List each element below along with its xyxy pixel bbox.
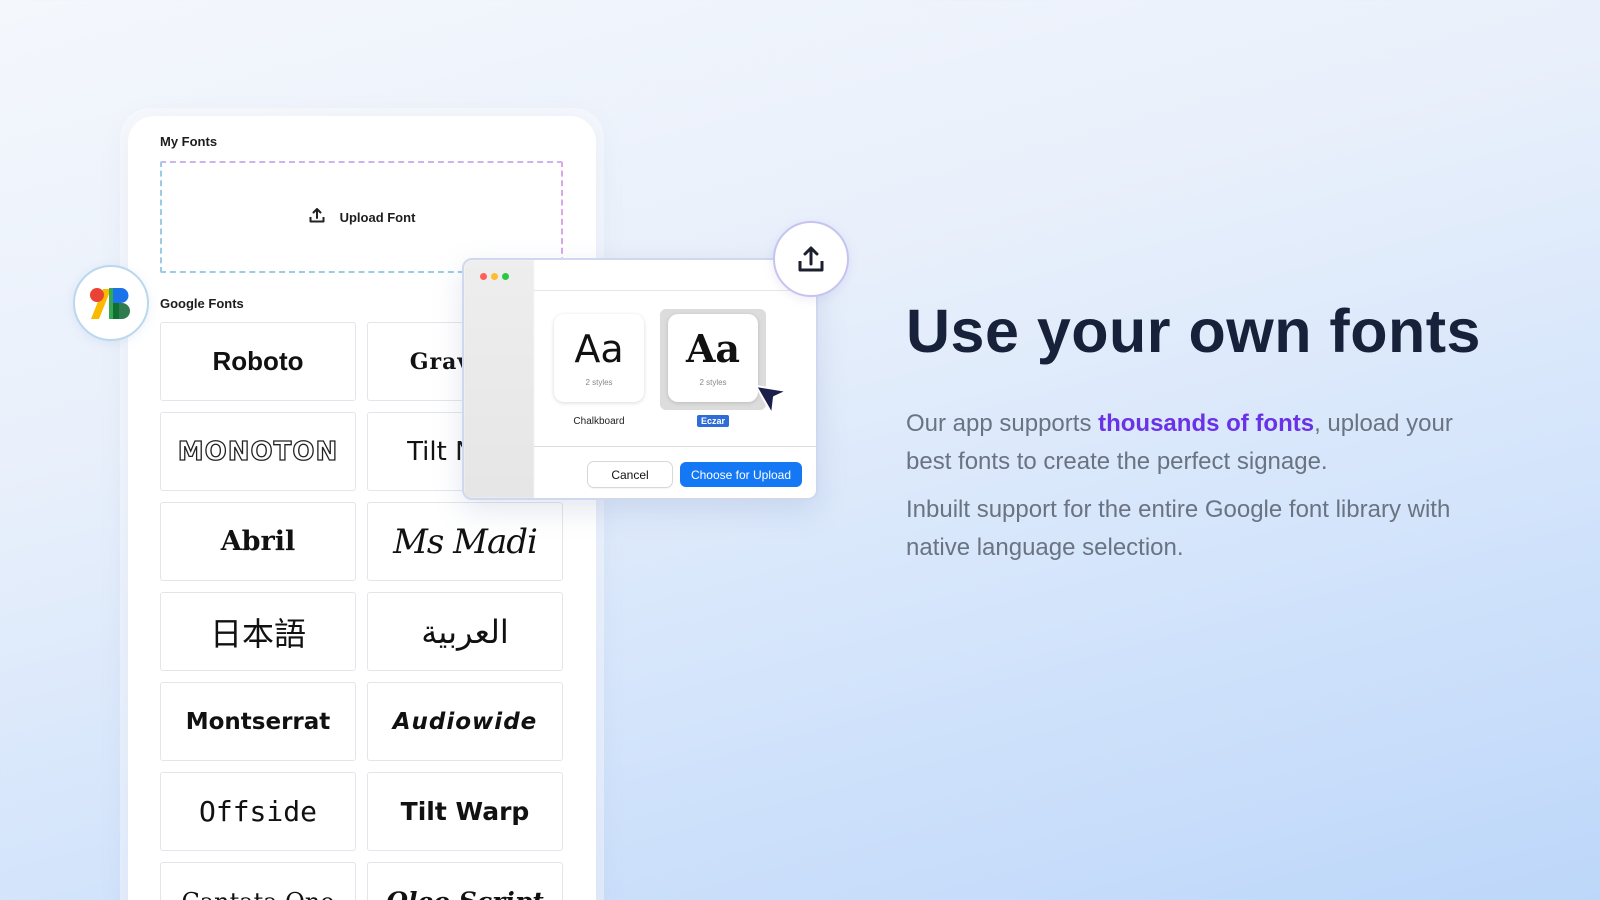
font-tile-label: Cantata One (182, 888, 335, 900)
font-file-chalkboard[interactable]: Aa 2 styles (554, 314, 644, 402)
font-tile-label: Roboto (212, 346, 304, 376)
choose-for-upload-button[interactable]: Choose for Upload (680, 462, 802, 487)
file-picker-dialog: Aa 2 styles Chalkboard Aa 2 styles Eczar… (462, 258, 818, 500)
upload-font-label: Upload Font (339, 209, 416, 225)
font-tile-monoton[interactable]: MONOTON (160, 412, 356, 491)
font-preview: Aa (574, 327, 624, 371)
minimize-dot-icon[interactable] (491, 273, 498, 280)
font-tile-offside[interactable]: Offside (160, 772, 356, 851)
upload-badge-icon[interactable] (773, 221, 849, 297)
font-tile-label: MONOTON (177, 436, 339, 467)
file-name-chalkboard: Chalkboard (573, 416, 625, 427)
hero-headline: Use your own fonts (906, 297, 1481, 365)
file-name-eczar: Eczar (668, 415, 758, 427)
font-tile-abril[interactable]: Abril (160, 502, 356, 581)
hero-paragraph-1: Our app supports thousands of fonts, upl… (906, 410, 1453, 475)
font-styles-count: 2 styles (585, 378, 613, 387)
upload-font-dropzone[interactable]: Upload Font (160, 161, 563, 273)
dialog-sidebar (464, 260, 534, 498)
maximize-dot-icon[interactable] (502, 273, 509, 280)
font-tile-label: 日本語 (209, 614, 306, 653)
cursor-arrow-icon (754, 382, 790, 423)
highlight-text: thousands of fonts (1098, 410, 1315, 437)
font-tile-label: Tilt Warp (400, 797, 530, 826)
font-tile-label: العربية (421, 612, 509, 651)
font-tile-roboto[interactable]: Roboto (160, 322, 356, 401)
font-tile-tilt-warp[interactable]: Tilt Warp (367, 772, 563, 851)
font-tile-label: Abril (220, 526, 296, 557)
font-tile-japanese[interactable]: 日本語 (160, 592, 356, 671)
close-dot-icon[interactable] (480, 273, 487, 280)
google-fonts-logo-icon (73, 265, 149, 341)
font-tile-label: Offside (198, 795, 317, 828)
my-fonts-heading: My Fonts (160, 134, 218, 149)
font-tile-label: Audiowide (392, 708, 538, 735)
font-file-eczar[interactable]: Aa 2 styles (668, 314, 758, 402)
google-fonts-heading: Google Fonts (160, 296, 244, 311)
cancel-button[interactable]: Cancel (588, 462, 672, 487)
font-tile-label: Oleo Script (386, 887, 544, 900)
font-styles-count: 2 styles (699, 378, 727, 387)
font-tile-oleo-script[interactable]: Oleo Script (367, 862, 563, 900)
font-tile-arabic[interactable]: العربية (367, 592, 563, 671)
font-tile-label: Montserrat (185, 708, 331, 735)
font-tile-audiowide[interactable]: Audiowide (367, 682, 563, 761)
font-tile-montserrat[interactable]: Montserrat (160, 682, 356, 761)
hero-paragraph-2: Inbuilt support for the entire Google fo… (906, 496, 1451, 561)
upload-icon (308, 206, 326, 229)
font-tile-label: Ms Madi (393, 521, 538, 562)
dialog-divider (534, 290, 816, 291)
font-tile-ms-madi[interactable]: Ms Madi (367, 502, 563, 581)
window-controls (480, 273, 509, 280)
font-tile-cantata-one[interactable]: Cantata One (160, 862, 356, 900)
font-preview: Aa (685, 326, 741, 371)
dialog-footer-divider (534, 446, 816, 447)
